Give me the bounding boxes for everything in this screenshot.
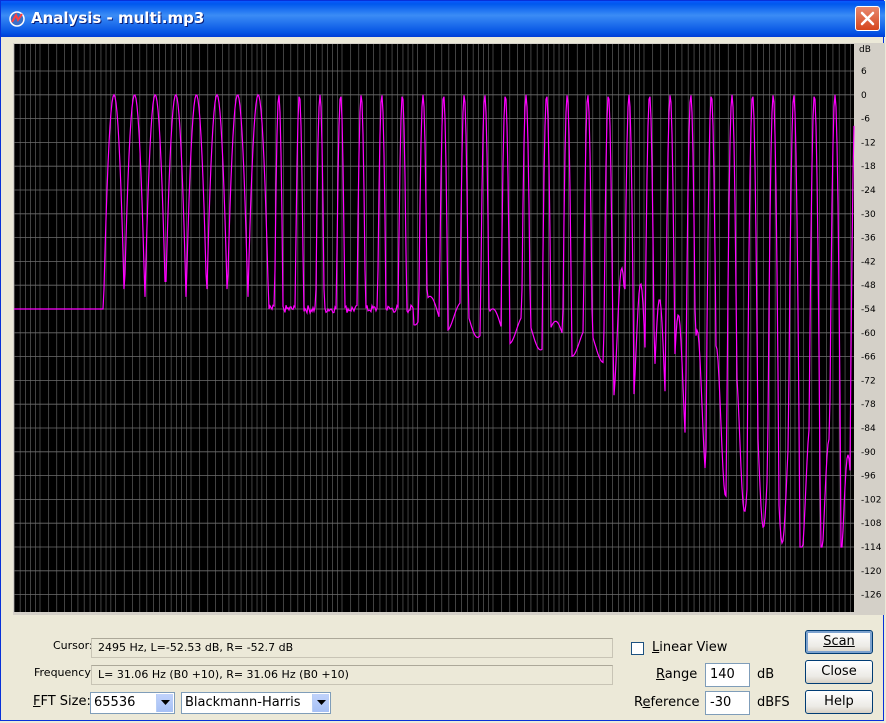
- range-unit: dB: [757, 667, 775, 682]
- close-icon: [860, 11, 875, 26]
- db-tick-label: -12: [861, 138, 876, 148]
- cursor-readout: 2495 Hz, L=-52.53 dB, R= -52.7 dB: [91, 638, 613, 658]
- db-tick-label: -102: [861, 495, 881, 505]
- fft-size-dropdown-button[interactable]: [156, 694, 173, 712]
- db-tick-label: -96: [861, 472, 876, 482]
- db-tick-label: -24: [861, 186, 876, 196]
- db-tick-label: -72: [861, 376, 876, 386]
- db-tick-label: 0: [861, 91, 867, 101]
- db-tick-label: -54: [861, 305, 876, 315]
- db-tick-label: -120: [861, 567, 882, 577]
- reference-input[interactable]: -30: [705, 691, 750, 715]
- fft-size-value: 65536: [94, 695, 136, 710]
- db-tick-label: -48: [861, 281, 876, 291]
- analysis-window: Analysis - multi.mp3 6 0 -6 -12 -18 -24 -30 -36…: [0, 0, 885, 721]
- db-tick-label: -78: [861, 400, 876, 410]
- window-close-button[interactable]: [855, 6, 880, 31]
- scan-button[interactable]: Scan: [805, 630, 873, 654]
- close-button[interactable]: Close: [805, 660, 873, 684]
- db-tick-label: -90: [861, 448, 876, 458]
- db-tick-label: -42: [861, 257, 876, 267]
- linear-view-label[interactable]: Linear View: [652, 640, 727, 655]
- title-bar[interactable]: Analysis - multi.mp3: [1, 1, 885, 37]
- db-tick-label: -6: [861, 115, 870, 125]
- fft-window-value: Blackmann-Harris: [185, 695, 301, 710]
- fft-size-label: FFT Size:: [33, 694, 91, 709]
- linear-view-checkbox[interactable]: [631, 642, 644, 655]
- db-tick-label: -36: [861, 234, 876, 244]
- db-tick-label: -126: [861, 591, 882, 601]
- chevron-down-icon: [161, 700, 170, 705]
- range-label: Range: [656, 667, 698, 682]
- app-icon: [9, 11, 25, 27]
- cursor-label: Cursor:: [53, 639, 93, 652]
- db-tick-label: -84: [861, 424, 876, 434]
- db-tick-label: -108: [861, 519, 882, 529]
- frequency-readout: L= 31.06 Hz (B0 +10), R= 31.06 Hz (B0 +1…: [91, 665, 613, 685]
- range-input[interactable]: 140: [705, 663, 750, 687]
- fft-window-select[interactable]: Blackmann-Harris: [181, 692, 331, 714]
- db-tick-label: -114: [861, 543, 882, 553]
- fft-window-dropdown-button[interactable]: [312, 694, 329, 712]
- fft-size-select[interactable]: 65536: [90, 692, 175, 714]
- db-tick-label: -18: [861, 162, 876, 172]
- reference-unit: dBFS: [757, 695, 790, 710]
- reference-label: Reference: [634, 695, 700, 710]
- window-title: Analysis - multi.mp3: [31, 9, 205, 27]
- help-button[interactable]: Help: [805, 690, 873, 714]
- db-tick-label: 6: [861, 67, 867, 77]
- db-tick-label: -60: [861, 329, 876, 339]
- chevron-down-icon: [317, 700, 326, 705]
- db-tick-label: -30: [861, 210, 876, 220]
- spectrum-plot[interactable]: 6 0 -6 -12 -18 -24 -30 -36 -42 -48 -54 -60 -66 -72 -78…: [13, 43, 885, 615]
- frequency-label: Frequency:: [34, 666, 94, 679]
- db-tick-label: -66: [861, 353, 876, 363]
- db-axis-unit: dB: [859, 45, 871, 55]
